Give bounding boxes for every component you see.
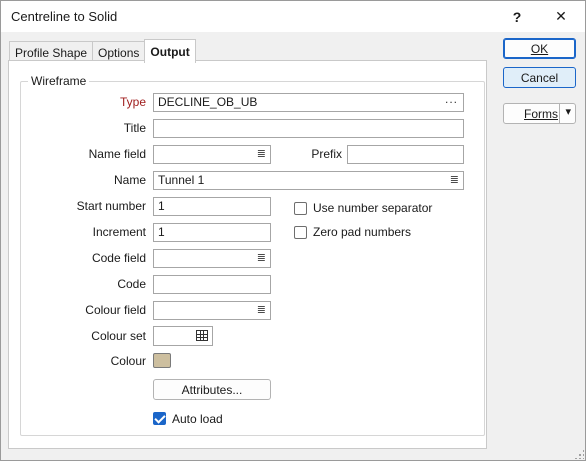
prefix-input[interactable] bbox=[347, 145, 464, 164]
help-button[interactable]: ? bbox=[495, 1, 539, 32]
type-value: DECLINE_OB_UB bbox=[158, 95, 258, 109]
close-button[interactable]: ✕ bbox=[539, 1, 583, 32]
code-field-label: Code field bbox=[91, 251, 146, 265]
title-input[interactable] bbox=[153, 119, 464, 138]
colour-swatch[interactable] bbox=[153, 353, 171, 368]
increment-input[interactable]: 1 bbox=[153, 223, 271, 242]
use-number-separator-label: Use number separator bbox=[313, 201, 433, 215]
title-label: Title bbox=[123, 121, 146, 135]
auto-load-checkbox[interactable] bbox=[153, 412, 166, 425]
chevron-down-icon[interactable]: ▾ bbox=[565, 105, 571, 118]
increment-label: Increment bbox=[92, 225, 146, 239]
zero-pad-numbers-label: Zero pad numbers bbox=[313, 225, 412, 239]
colour-set-label: Colour set bbox=[91, 329, 146, 343]
wireframe-legend: Wireframe bbox=[28, 74, 90, 88]
close-icon: ✕ bbox=[555, 8, 567, 24]
title-bar: Centreline to Solid ? ✕ bbox=[1, 1, 585, 32]
prefix-label: Prefix bbox=[311, 147, 342, 161]
attributes-button[interactable]: Attributes... bbox=[153, 379, 271, 400]
ok-label: OK bbox=[530, 41, 549, 56]
forms-label: Forms bbox=[524, 106, 558, 121]
code-label: Code bbox=[117, 277, 146, 291]
type-label: Type bbox=[119, 95, 146, 109]
tab-strip: Profile Shape Options Output bbox=[9, 39, 196, 63]
grid-icon[interactable] bbox=[196, 330, 208, 341]
zero-pad-numbers-checkbox[interactable] bbox=[294, 226, 307, 239]
colour-label: Colour bbox=[110, 354, 146, 368]
start-number-input[interactable]: 1 bbox=[153, 197, 271, 216]
ok-button[interactable]: OK bbox=[503, 38, 576, 59]
ellipsis-icon[interactable]: ... bbox=[445, 94, 458, 108]
forms-button[interactable]: Forms ▾ bbox=[503, 103, 576, 124]
type-field[interactable]: DECLINE_OB_UB ... bbox=[153, 93, 464, 112]
name-field-label: Name field bbox=[88, 147, 146, 161]
forms-split-divider bbox=[559, 104, 560, 123]
help-icon: ? bbox=[512, 8, 522, 25]
name-value: Tunnel 1 bbox=[158, 173, 205, 187]
code-field-input[interactable]: ≣ bbox=[153, 249, 271, 268]
use-number-separator-checkbox[interactable] bbox=[294, 202, 307, 215]
name-label: Name bbox=[113, 173, 146, 187]
list-icon[interactable]: ≣ bbox=[257, 250, 266, 267]
auto-load-label: Auto load bbox=[172, 412, 223, 426]
name-input[interactable]: Tunnel 1 ≣ bbox=[153, 171, 464, 190]
colour-set-input[interactable] bbox=[153, 326, 213, 346]
start-number-value: 1 bbox=[158, 199, 165, 213]
window-title: Centreline to Solid bbox=[11, 9, 118, 24]
list-icon[interactable]: ≣ bbox=[450, 172, 459, 189]
start-number-label: Start number bbox=[76, 199, 146, 213]
colour-field-label: Colour field bbox=[85, 303, 146, 317]
tab-output[interactable]: Output bbox=[144, 39, 196, 63]
code-input[interactable] bbox=[153, 275, 271, 294]
cancel-label: Cancel bbox=[520, 70, 559, 85]
increment-value: 1 bbox=[158, 225, 165, 239]
cancel-button[interactable]: Cancel bbox=[503, 67, 576, 88]
colour-field-input[interactable]: ≣ bbox=[153, 301, 271, 320]
list-icon[interactable]: ≣ bbox=[257, 302, 266, 319]
